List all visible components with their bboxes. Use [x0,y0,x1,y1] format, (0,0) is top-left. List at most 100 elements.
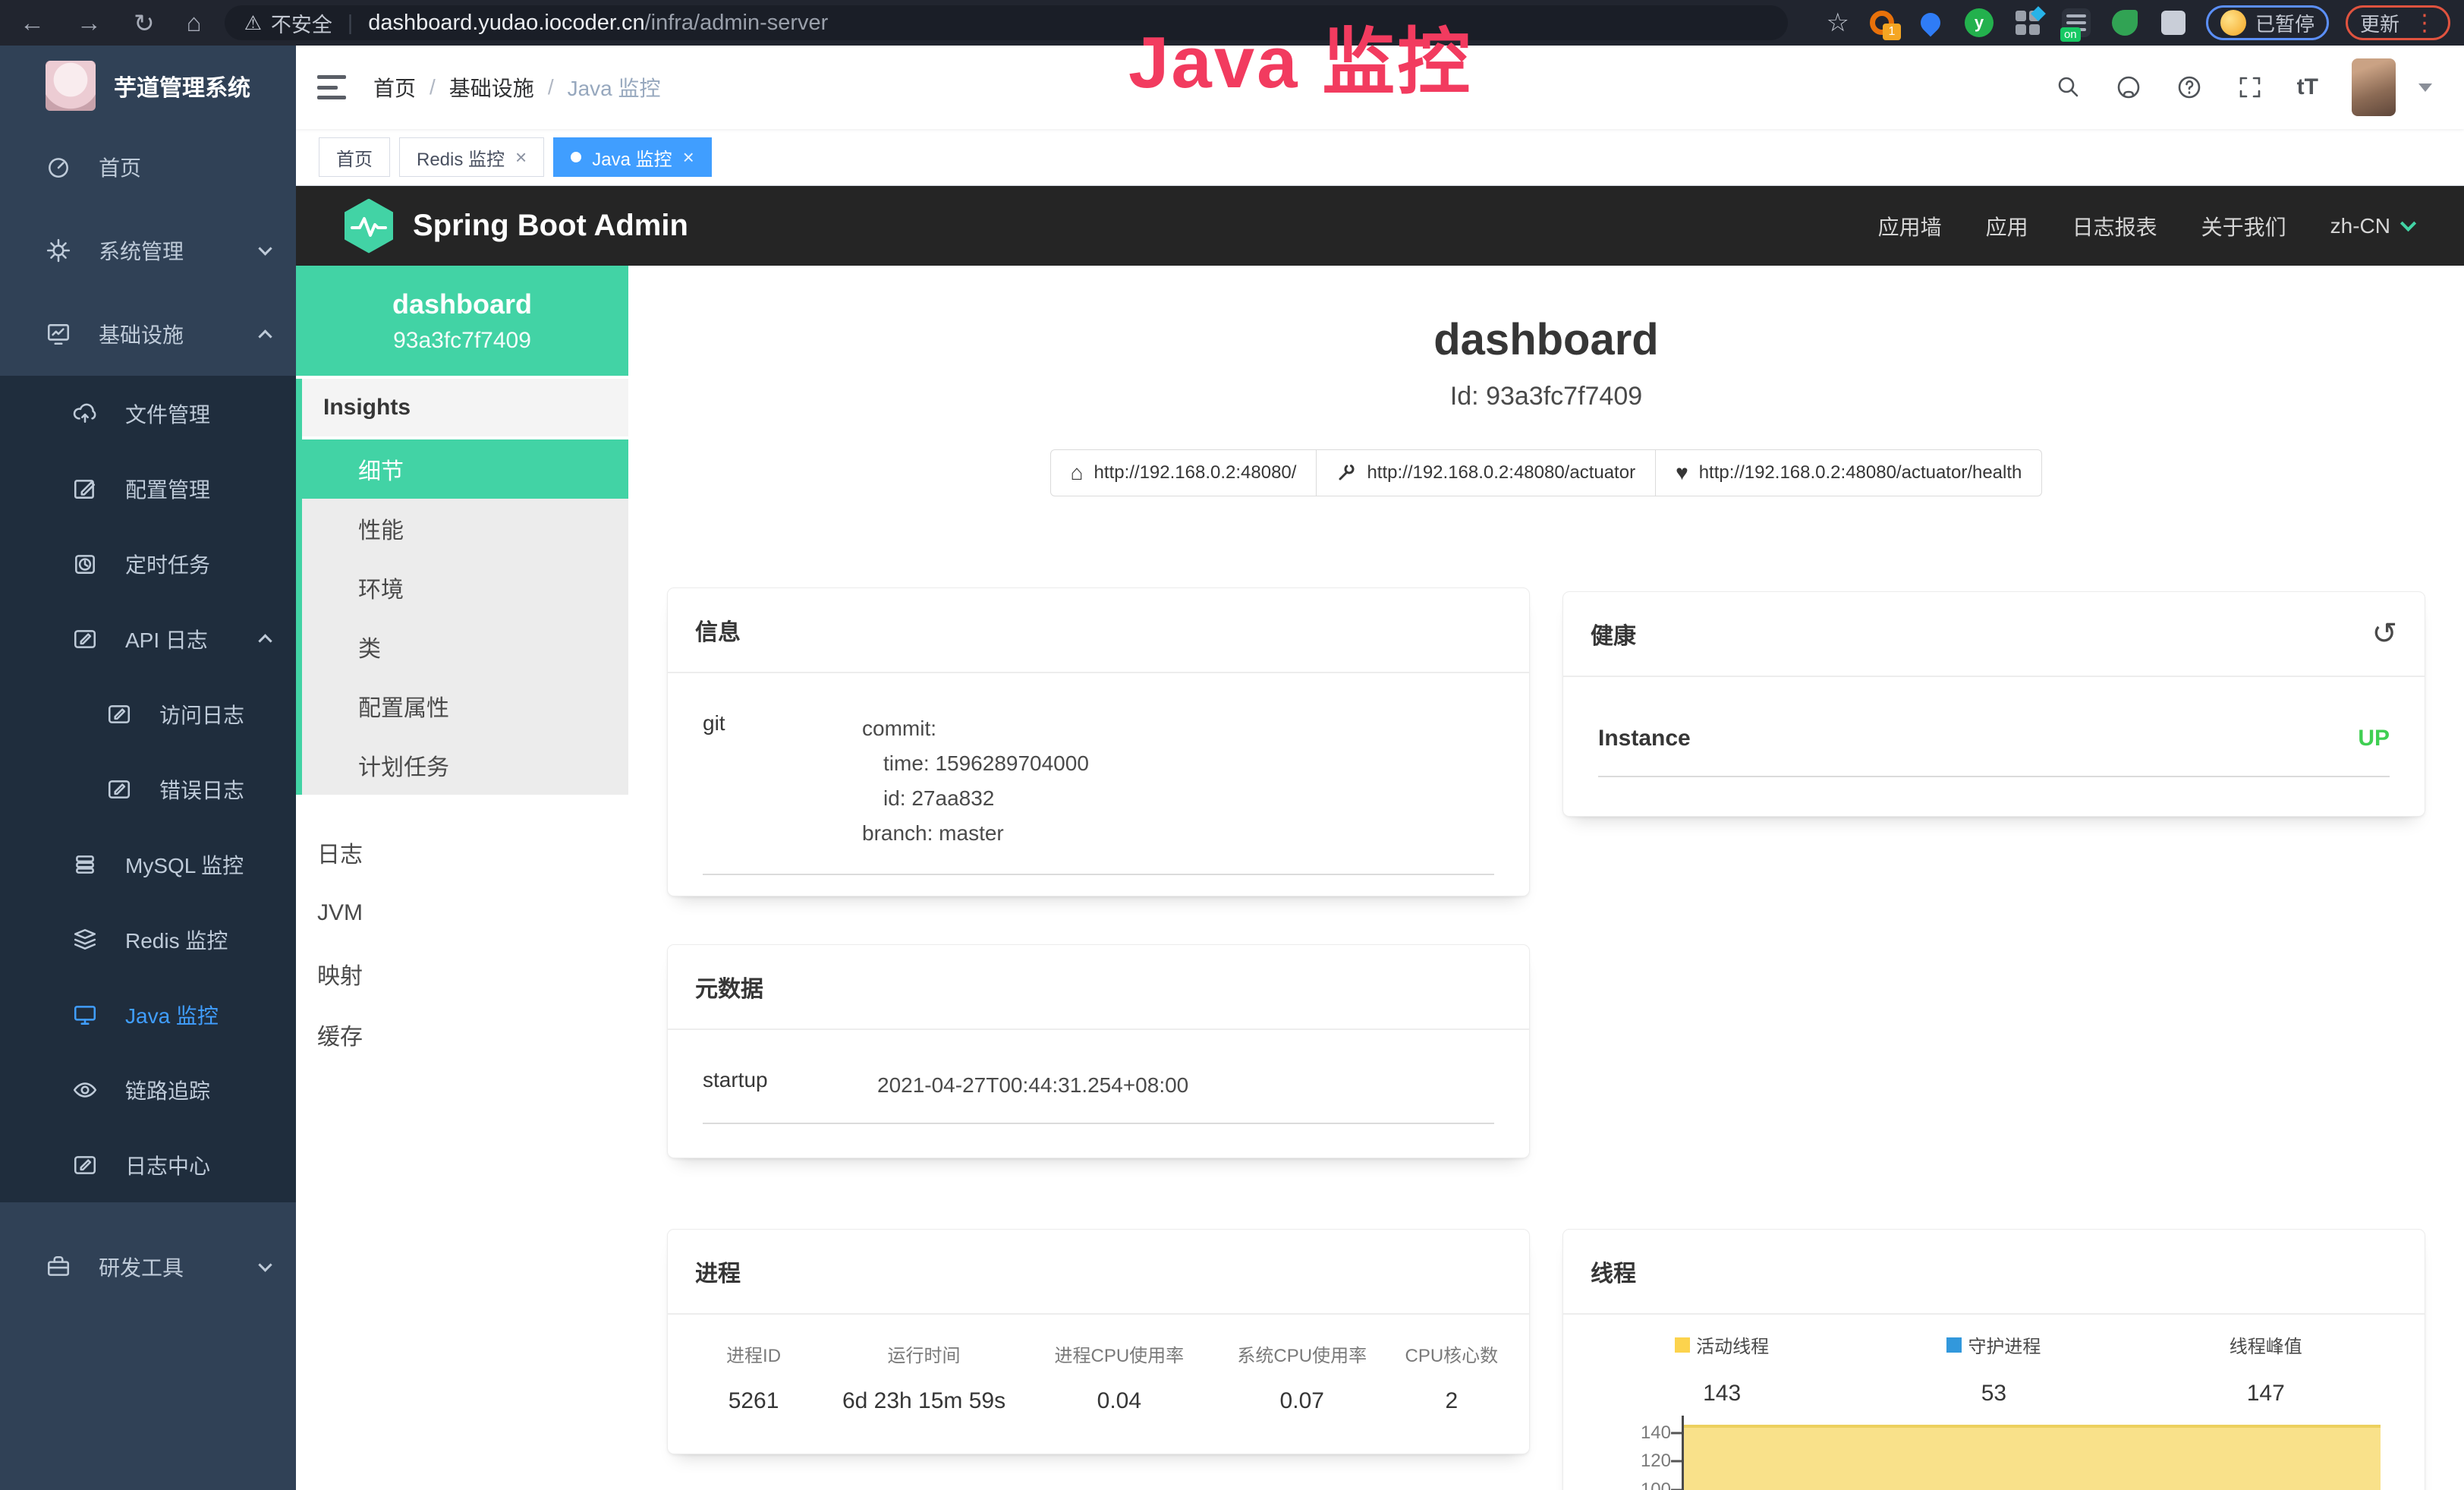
tick-mark [1671,1460,1682,1463]
security-label[interactable]: 不安全 [271,8,332,38]
insights-item-environment[interactable]: 环境 [302,558,628,617]
instance-item-mappings[interactable]: 映射 [296,943,628,1004]
dashboard-icon [46,154,71,180]
warning-icon: ⚠ [244,11,262,35]
avatar-caret-icon[interactable] [2418,83,2432,92]
update-browser-button[interactable]: 更新 ⋮ [2346,5,2450,40]
health-card-title: 健康 [1591,617,1636,650]
tab-java-monitor[interactable]: Java 监控 × [553,137,712,177]
address-bar[interactable]: ⚠ 不安全 | dashboard.yudao.iocoder.cn /infr… [225,5,1788,40]
tab-home[interactable]: 首页 [319,137,390,177]
url-host: dashboard.yudao.iocoder.cn [368,11,644,36]
ytick-100: 100 [1641,1479,1671,1490]
sba-locale-select[interactable]: zh-CN [2330,214,2414,238]
font-size-icon[interactable]: tT [2297,74,2318,100]
help-icon[interactable] [2176,74,2203,101]
sidebar-item-label: 系统管理 [99,235,233,266]
sidebar-item-label: API 日志 [125,624,233,654]
health-url-button[interactable]: ♥ http://192.168.0.2:48080/actuator/heal… [1656,449,2042,496]
insights-item-classes[interactable]: 类 [302,617,628,676]
blue-square-icon [1946,1337,1962,1353]
breadcrumb-separator: / [548,75,554,99]
insights-item-scheduled-tasks[interactable]: 计划任务 [302,736,628,795]
sidebar-item-api-log[interactable]: API 日志 [0,601,296,676]
sidebar-item-infrastructure[interactable]: 基础设施 [0,292,296,376]
log-edit-icon [72,626,98,652]
layers-icon [72,927,98,953]
insights-item-config-props[interactable]: 配置属性 [302,676,628,736]
browser-chrome-bar: ← → ↻ ⌂ ⚠ 不安全 | dashboard.yudao.iocoder.… [0,0,2464,46]
instance-item-logs[interactable]: 日志 [296,822,628,883]
git-id-line: id: 27aa832 [862,781,1494,816]
extension-pin-icon[interactable] [1915,7,1946,39]
sidebar-item-tracing[interactable]: 链路追踪 [0,1052,296,1127]
profile-paused-chip[interactable]: 已暂停 [2206,5,2329,40]
sidebar-item-scheduled-jobs[interactable]: 定时任务 [0,526,296,601]
github-icon[interactable] [2115,74,2142,101]
col-system-cpu: 系统CPU使用率 [1215,1340,1389,1367]
insights-item-details[interactable]: 细节 [302,439,628,499]
sidebar-item-label: 首页 [99,152,270,182]
forward-icon[interactable]: → [77,8,102,38]
menu-dots-icon[interactable]: ⋮ [2413,10,2436,36]
home-icon[interactable]: ⌂ [187,8,202,38]
sba-nav-applications[interactable]: 应用 [1986,211,2028,241]
avatar[interactable] [2352,58,2396,116]
threads-values: 143 53 147 [1586,1381,2402,1407]
instance-item-jvm[interactable]: JVM [296,883,628,943]
extension-leaf-icon[interactable] [2109,7,2141,39]
metadata-card-body: startup 2021-04-27T00:44:31.254+08:00 [668,1030,1529,1124]
val-uptime: 6d 23h 15m 59s [824,1388,1024,1414]
tab-label: 首页 [336,144,373,171]
close-icon[interactable]: × [515,146,527,169]
health-key: Instance [1598,726,1691,751]
sba-nav-wallboard[interactable]: 应用墙 [1878,211,1942,241]
sidebar-item-label: Java 监控 [125,1000,270,1030]
instance-item-caches[interactable]: 缓存 [296,1004,628,1065]
sba-brand[interactable]: Spring Boot Admin [345,199,688,254]
toolbox-icon [46,1254,71,1280]
app-logo-row[interactable]: 芋道管理系统 [0,46,296,125]
breadcrumb-home[interactable]: 首页 [373,72,416,102]
health-history-icon[interactable]: ↺ [2371,616,2397,651]
sidebar-item-error-log[interactable]: 错误日志 [0,751,296,827]
extension-puzzle-icon[interactable] [2157,7,2189,39]
sidebar-item-dev-tools[interactable]: 研发工具 [0,1225,296,1309]
sidebar-item-redis-monitor[interactable]: Redis 监控 [0,902,296,977]
extension-switch-icon[interactable]: on [2060,7,2092,39]
sidebar-item-config-mgmt[interactable]: 配置管理 [0,451,296,526]
bookmark-star-icon[interactable]: ☆ [1826,8,1849,38]
sidebar-item-file-mgmt[interactable]: 文件管理 [0,376,296,451]
extension-grid-icon[interactable] [2012,7,2044,39]
actuator-url-button[interactable]: http://192.168.0.2:48080/actuator [1317,449,1656,496]
actuator-url-label: http://192.168.0.2:48080/actuator [1367,462,1635,484]
sidebar-item-java-monitor[interactable]: Java 监控 [0,977,296,1052]
screenshot-stage: ← → ↻ ⌂ ⚠ 不安全 | dashboard.yudao.iocoder.… [0,0,2464,1490]
instance-id: 93a3fc7f7409 [393,328,531,354]
sba-nav-about[interactable]: 关于我们 [2201,211,2286,241]
extension-green-y-icon[interactable]: y [1963,7,1995,39]
fullscreen-icon[interactable] [2236,74,2264,101]
tab-redis-monitor[interactable]: Redis 监控 × [399,137,544,177]
metadata-card-header: 元数据 [668,945,1529,1030]
sidebar-item-access-log[interactable]: 访问日志 [0,676,296,751]
breadcrumb-infrastructure[interactable]: 基础设施 [449,72,534,102]
monitor-chart-icon [46,321,71,347]
ytick-140: 140 [1641,1422,1671,1444]
extension-orange-icon[interactable]: 1 [1866,7,1898,39]
sba-nav-journal[interactable]: 日志报表 [2072,211,2157,241]
sidebar-item-system-mgmt[interactable]: 系统管理 [0,209,296,292]
tab-label: Redis 监控 [417,144,505,171]
search-icon[interactable] [2054,74,2082,101]
service-url-button[interactable]: ⌂ http://192.168.0.2:48080/ [1050,449,1317,496]
reload-icon[interactable]: ↻ [134,8,155,38]
back-icon[interactable]: ← [20,8,45,38]
close-icon[interactable]: × [683,146,694,169]
sidebar-toggle-icon[interactable] [317,75,346,99]
leaf-icon [2112,10,2138,36]
sidebar-item-mysql-monitor[interactable]: MySQL 监控 [0,827,296,902]
sidebar-item-log-center[interactable]: 日志中心 [0,1127,296,1202]
insights-item-metrics[interactable]: 性能 [302,499,628,558]
sidebar-item-home[interactable]: 首页 [0,125,296,209]
legend-label: 线程峰值 [2230,1331,2302,1358]
